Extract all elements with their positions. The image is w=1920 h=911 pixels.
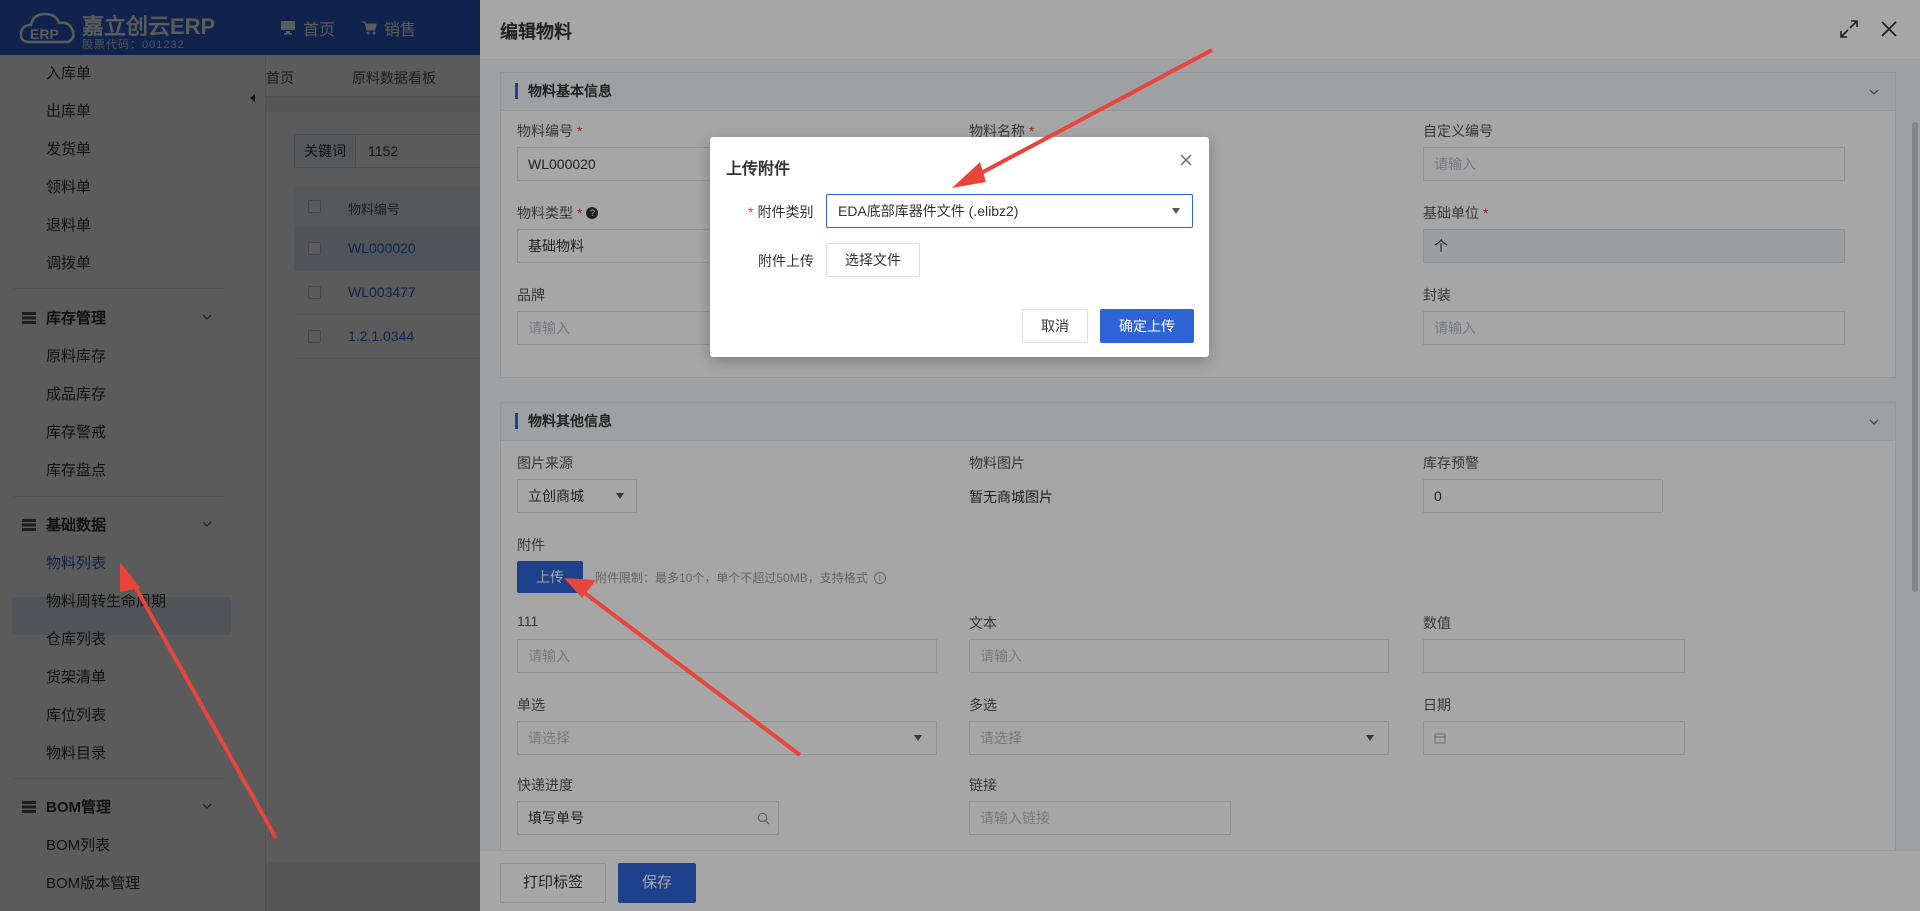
category-value: EDA底部库器件文件 (.elibz2) xyxy=(838,203,1019,219)
upload-attachment-modal: 上传附件 * 附件类别 EDA底部库器件文件 (.elibz2) 附件上传 选择文… xyxy=(710,137,1209,357)
attachment-category-select[interactable]: EDA底部库器件文件 (.elibz2) xyxy=(826,194,1193,228)
cancel-button[interactable]: 取消 xyxy=(1022,309,1088,343)
modal-title: 上传附件 xyxy=(726,161,791,178)
caret-down-icon xyxy=(1172,208,1180,214)
confirm-upload-button[interactable]: 确定上传 xyxy=(1100,309,1194,343)
choose-file-button[interactable]: 选择文件 xyxy=(826,243,920,277)
category-label: * 附件类别 xyxy=(748,204,814,220)
category-label-text: 附件类别 xyxy=(757,204,814,220)
file-upload-label: 附件上传 xyxy=(758,253,814,269)
close-icon[interactable] xyxy=(1179,153,1193,167)
